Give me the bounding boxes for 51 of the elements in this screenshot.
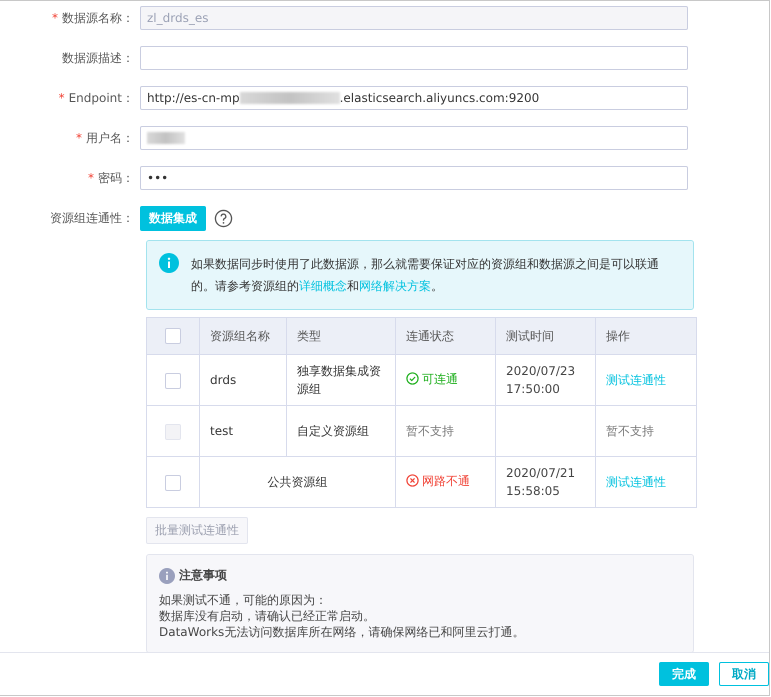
column-header: 类型 xyxy=(286,318,396,354)
note-text: 数据库没有启动，请确认已经正常启动。 xyxy=(159,608,376,624)
field-label: 密码： xyxy=(98,170,134,184)
checkbox[interactable] xyxy=(165,328,181,344)
redacted-blur xyxy=(147,132,185,144)
table-cell: 公共资源组 xyxy=(200,456,396,508)
input-field[interactable]: ••• xyxy=(140,166,688,190)
field-label: 用户名： xyxy=(86,130,134,144)
notes-title: 注意事项 xyxy=(179,567,227,584)
help-icon[interactable] xyxy=(214,208,233,228)
required-asterisk: * xyxy=(88,170,94,184)
test-time: 2020/07/23 17:50:00 xyxy=(506,364,576,396)
link[interactable]: 网络解决方案 xyxy=(359,279,431,293)
field-label: 资源组连通性： xyxy=(50,210,134,224)
info-text: 如果数据同步时使用了此数据源，那么就需要保证对应的资源组和数据源之间是可以联通的。请参考资源组的详细概念和网络解决方案。 xyxy=(191,256,660,295)
field-label: 数据源描述： xyxy=(62,50,134,64)
note-text: DataWorks无法访问数据库所在网络，请确保网络已和阿里云打通。 xyxy=(159,624,526,640)
table-cell: drds xyxy=(200,354,286,406)
check-circle-icon xyxy=(406,372,419,386)
input-field[interactable]: http://es-cn-mp .elasticsearch.aliyuncs.com:9200 xyxy=(140,86,688,110)
column-header: 资源组名称 xyxy=(200,318,286,354)
table-cell: test xyxy=(200,406,286,456)
required-asterisk: * xyxy=(58,90,65,104)
cancel-button[interactable]: 取消 xyxy=(719,662,769,686)
column-header: 连通状态 xyxy=(396,318,496,354)
required-asterisk: * xyxy=(76,130,82,144)
status-text: 可连通 xyxy=(422,370,458,388)
test-time: 2020/07/21 15:58:05 xyxy=(506,466,576,498)
input-field[interactable] xyxy=(140,126,688,150)
info-icon xyxy=(159,568,175,584)
test-connectivity-link[interactable]: 测试连通性 xyxy=(606,475,666,489)
table-cell: 独享数据集成资源组 xyxy=(286,354,396,406)
table-cell: 自定义资源组 xyxy=(286,406,396,456)
field-label: Endpoint： xyxy=(68,90,134,104)
info-icon xyxy=(159,253,179,273)
note-text: 如果测试不通，可能的原因为： xyxy=(159,592,328,608)
column-header: 操作 xyxy=(596,318,696,354)
status-text: 网路不通 xyxy=(422,472,470,490)
done-button[interactable]: 完成 xyxy=(659,662,709,686)
required-asterisk: * xyxy=(52,10,58,24)
data-integration-tag: 数据集成 xyxy=(140,206,206,230)
input-field[interactable] xyxy=(140,46,688,70)
checkbox[interactable] xyxy=(165,372,181,389)
link[interactable]: 详细概念 xyxy=(299,279,347,293)
field-label: 数据源名称： xyxy=(62,10,134,24)
checkbox[interactable] xyxy=(165,474,181,491)
unsupported-text: 暂不支持 xyxy=(606,424,654,438)
status-text: 暂不支持 xyxy=(406,423,454,440)
error-circle-icon xyxy=(406,474,419,488)
test-connectivity-link[interactable]: 测试连通性 xyxy=(606,373,666,387)
column-header: 测试时间 xyxy=(496,318,596,354)
